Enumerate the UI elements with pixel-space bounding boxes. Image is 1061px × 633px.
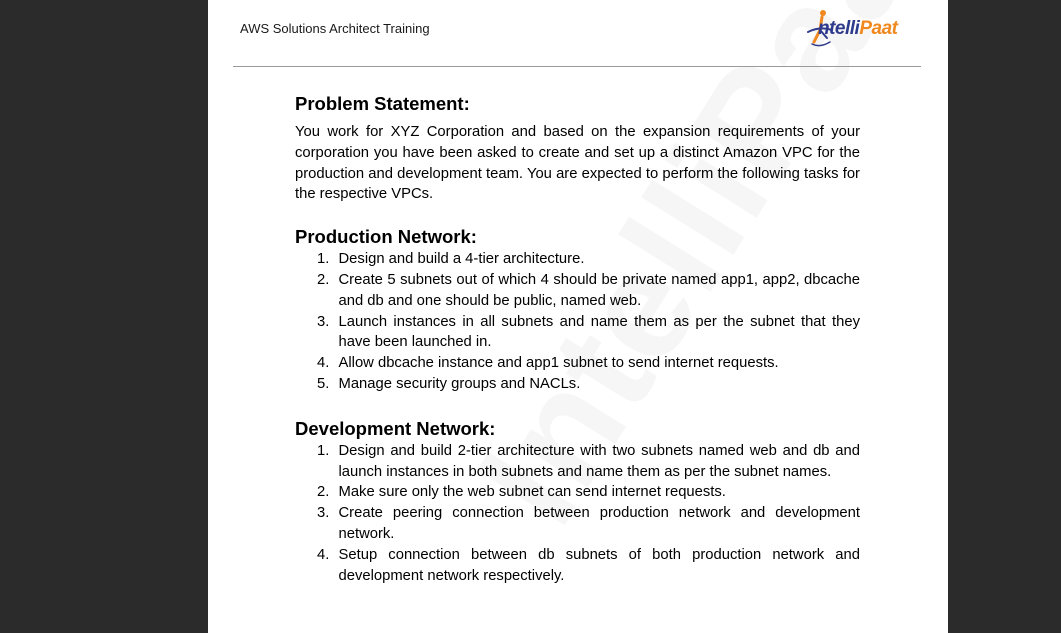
list-item: 2. Make sure only the web subnet can send… <box>317 484 726 501</box>
list-item: 1. Design and build 2-tier architecture w… <box>317 442 860 480</box>
document-page: IntelliPaat AWS Solutions Architect Trai… <box>208 0 948 633</box>
document-content: Problem Statement: You work for XYZ Corp… <box>295 92 860 586</box>
header-title: AWS Solutions Architect Training <box>240 21 430 36</box>
production-list: 1. Design and build a 4-tier architecture… <box>295 249 860 395</box>
logo-text: ntelliPaat <box>818 18 898 39</box>
list-item: 3. Launch instances in all subnets and na… <box>317 313 860 351</box>
list-item: 5. Manage security groups and NACLs. <box>317 375 581 392</box>
development-list: 1. Design and build 2-tier architecture w… <box>295 441 860 587</box>
list-item: 3. Create peering connection between prod… <box>317 505 860 542</box>
production-heading: Production Network: <box>295 226 477 248</box>
intellipaat-logo: ntelliPaat <box>800 8 915 50</box>
development-heading: Development Network: <box>295 417 496 439</box>
problem-body: You work for XYZ Corporation and based o… <box>295 124 860 203</box>
list-item: 2. Create 5 subnets out of which 4 should… <box>317 271 860 309</box>
list-item: 4. Setup connection between db subnets of… <box>317 546 860 584</box>
list-item: 1. Design and build a 4-tier architecture… <box>317 251 585 268</box>
problem-heading: Problem Statement: <box>295 93 470 114</box>
header-divider <box>233 66 921 67</box>
list-item: 4. Allow dbcache instance and app1 subnet… <box>317 355 779 372</box>
